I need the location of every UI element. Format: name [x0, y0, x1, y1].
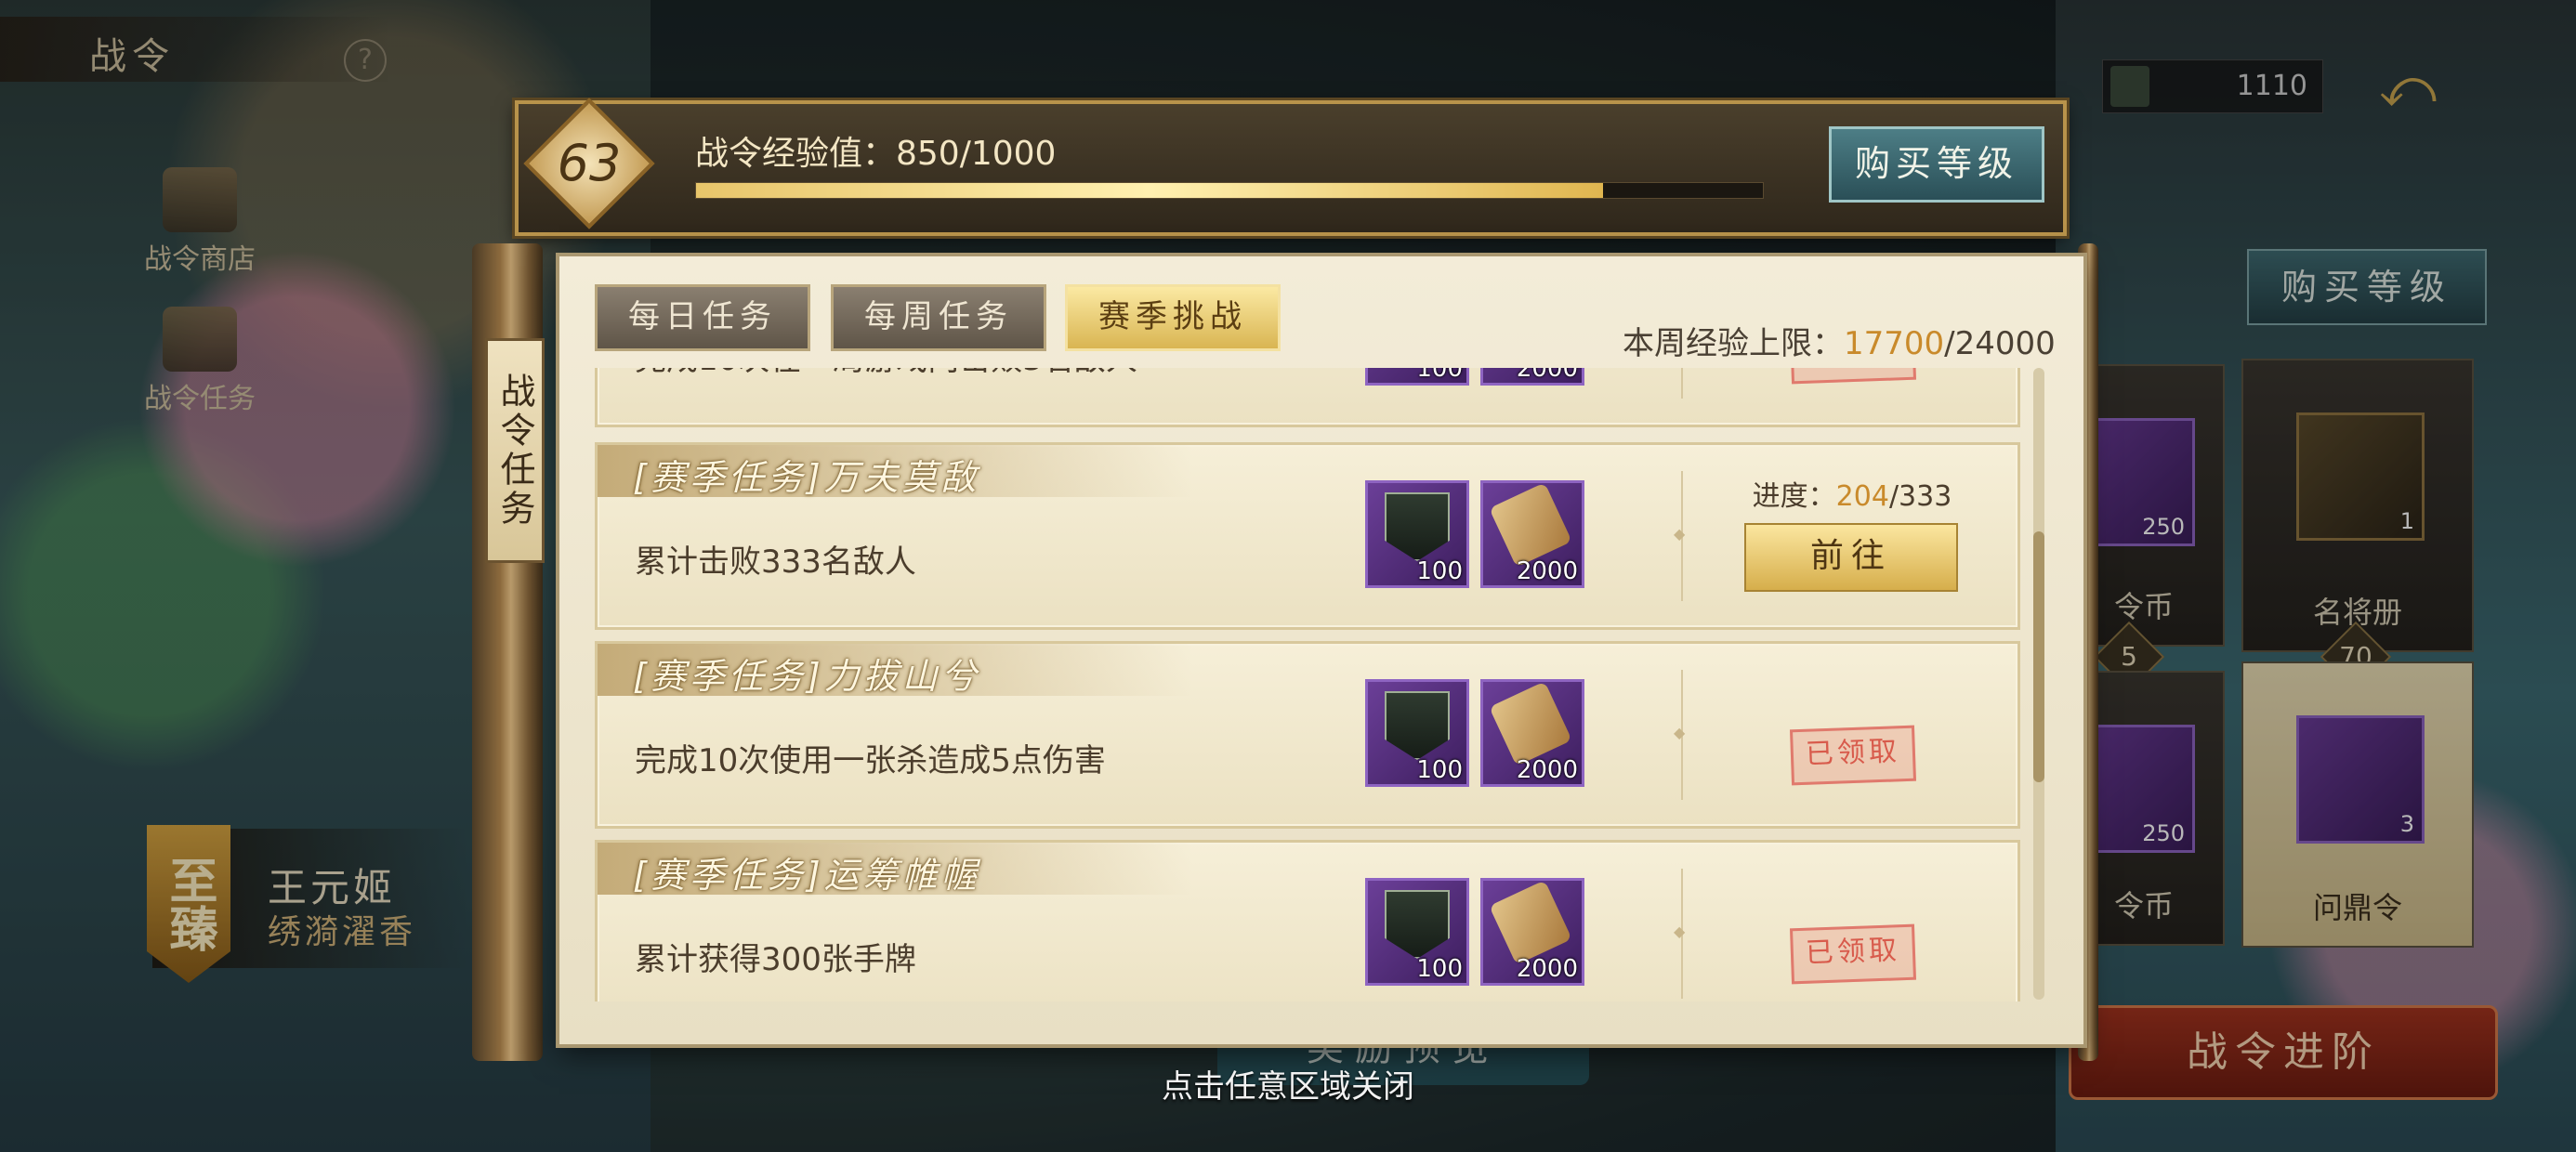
battle-token-icon — [1385, 890, 1450, 959]
progress-current: 204 — [1835, 480, 1889, 513]
claimed-stamp: 已领取 — [1789, 725, 1917, 786]
tab-weekly-tasks[interactable]: 每周任务 — [831, 284, 1046, 351]
reward-scroll[interactable]: 2000 — [1480, 480, 1584, 588]
battle-token-icon — [1385, 691, 1450, 760]
reward-token[interactable]: 100 — [1365, 679, 1469, 787]
scroll-icon — [1489, 880, 1572, 965]
task-title: [赛季任务]运筹帷幄 — [633, 855, 980, 896]
scroll-icon — [1489, 681, 1572, 766]
panel-side-tag: 战令任务 — [485, 338, 545, 563]
task-description: 累计获得300张手牌 — [635, 941, 916, 978]
close-hint: 点击任意区域关闭 — [1162, 1068, 1414, 1106]
level-number: 63 — [557, 134, 622, 192]
exp-label: 战令经验值：850/1000 — [695, 135, 1057, 173]
reward-token[interactable]: 100 — [1365, 480, 1469, 588]
row-divider — [1674, 869, 1685, 999]
exp-progress-fill — [696, 183, 1603, 198]
reward-token[interactable]: 100 — [1365, 878, 1469, 986]
weekly-exp-current: 17700 — [1844, 325, 1945, 362]
row-divider — [1681, 368, 1683, 399]
task-list[interactable]: 完成10次在一局游戏内击败3名敌人 100 2000 已领取 [赛季任务]万夫莫… — [595, 368, 2022, 1001]
exp-progress-track — [695, 182, 1764, 199]
claimed-stamp: 已领取 — [1789, 368, 1917, 385]
task-row: [赛季任务]运筹帷幄 累计获得300张手牌 100 2000 已领取 — [595, 840, 2020, 1001]
reward-scroll[interactable]: 2000 — [1480, 368, 1584, 386]
task-row: [赛季任务]力拔山兮 完成10次使用一张杀造成5点伤害 100 2000 已领取 — [595, 641, 2020, 829]
task-progress: 进度：204/333 — [1752, 480, 1952, 513]
reward-scroll[interactable]: 2000 — [1480, 679, 1584, 787]
tab-season-challenge[interactable]: 赛季挑战 — [1065, 284, 1281, 351]
reward-scroll[interactable]: 2000 — [1480, 878, 1584, 986]
task-title: [赛季任务]力拔山兮 — [633, 656, 980, 697]
scrollbar-thumb[interactable] — [2033, 531, 2044, 782]
battle-token-icon — [1385, 492, 1450, 561]
task-list-scrollbar[interactable] — [2033, 368, 2044, 1000]
claimed-stamp: 已领取 — [1789, 923, 1917, 985]
task-description: 累计击败333名敌人 — [635, 543, 916, 581]
row-divider — [1674, 670, 1685, 800]
weekly-exp-cap: 本周经验上限：17700/24000 — [1623, 325, 2056, 362]
reward-token[interactable]: 100 — [1365, 368, 1469, 386]
row-divider — [1674, 471, 1685, 601]
task-row: 完成10次在一局游戏内击败3名敌人 100 2000 已领取 — [595, 368, 2020, 427]
task-description: 完成10次使用一张杀造成5点伤害 — [635, 742, 1106, 779]
tab-daily-tasks[interactable]: 每日任务 — [595, 284, 810, 351]
scroll-icon — [1489, 482, 1572, 568]
weekly-exp-max: 24000 — [1954, 325, 2056, 362]
task-row: [赛季任务]万夫莫敌 累计击败333名敌人 100 2000 进度：204/33… — [595, 442, 2020, 630]
buy-level-button[interactable]: 购买等级 — [1829, 126, 2044, 203]
go-button[interactable]: 前往 — [1744, 523, 1958, 592]
task-description: 完成10次在一局游戏内击败3名敌人 — [635, 368, 1137, 379]
battle-pass-exp-bar: 63 战令经验值：850/1000 购买等级 — [515, 98, 2067, 236]
task-title: [赛季任务]万夫莫敌 — [633, 457, 980, 498]
progress-total: 333 — [1899, 480, 1952, 513]
level-diamond: 63 — [523, 98, 655, 229]
